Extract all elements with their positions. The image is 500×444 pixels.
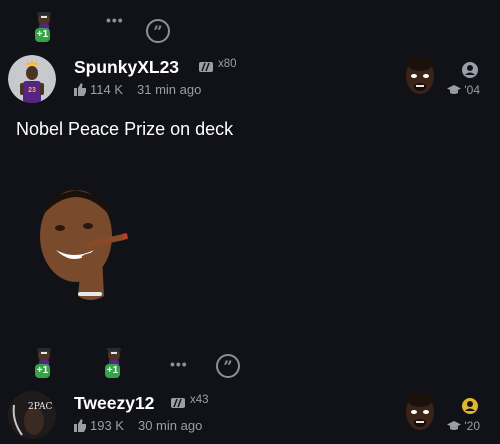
svg-text:23: 23 bbox=[28, 87, 36, 94]
quote-button[interactable]: ” bbox=[146, 19, 170, 43]
quote-button[interactable]: ” bbox=[216, 354, 240, 378]
reaction-face-icon[interactable] bbox=[402, 54, 438, 100]
post-header: 23 SpunkyXL23 x80 114 K 31 min ago '04 bbox=[0, 50, 500, 108]
reaction-bar: +1 ••• ” bbox=[0, 6, 500, 56]
tupac-avatar-icon: 2PAC bbox=[8, 391, 56, 439]
reaction-face-icon[interactable] bbox=[402, 390, 438, 436]
grad-year-text: '20 bbox=[464, 419, 480, 433]
user-status-icon bbox=[462, 398, 478, 414]
like-count: 114 K bbox=[90, 82, 124, 97]
avatar[interactable]: 23 bbox=[8, 55, 56, 103]
reaction-count: +1 bbox=[105, 364, 120, 378]
thumbs-up-icon[interactable] bbox=[74, 83, 87, 96]
reaction-count: +1 bbox=[35, 364, 50, 378]
thumbs-up-icon[interactable] bbox=[74, 419, 87, 432]
grad-year: '20 bbox=[447, 419, 480, 433]
reaction-count: +1 bbox=[35, 28, 50, 42]
more-reactions-button[interactable]: ••• bbox=[106, 12, 124, 28]
graduation-cap-icon bbox=[447, 421, 462, 430]
reaction-lebron[interactable]: +1 bbox=[29, 6, 59, 46]
post-time: 30 min ago bbox=[137, 418, 203, 433]
post-meta: 193 K 30 min ago bbox=[74, 418, 202, 433]
avatar[interactable]: 2PAC bbox=[8, 391, 56, 439]
thread-view: +1 ••• ” 23 SpunkyXL23 x80 114 K 31 min … bbox=[0, 0, 500, 444]
reaction-bar: +1 +1 ••• ” bbox=[0, 342, 500, 392]
post-text: Nobel Peace Prize on deck bbox=[16, 119, 234, 139]
reaction-lebron[interactable]: +1 bbox=[99, 342, 129, 382]
username[interactable]: SpunkyXL23 bbox=[74, 57, 179, 78]
avatar-text: 2PAC bbox=[28, 402, 52, 412]
grad-year-text: '04 bbox=[464, 83, 480, 97]
username[interactable]: Tweezy12 bbox=[74, 393, 154, 414]
reaction-lebron[interactable]: +1 bbox=[29, 342, 59, 382]
flair-icon bbox=[199, 62, 213, 72]
grad-year: '04 bbox=[447, 83, 480, 97]
graduation-cap-icon bbox=[447, 85, 462, 94]
flair-multiplier: x43 bbox=[190, 394, 209, 406]
user-status-icon bbox=[462, 62, 478, 78]
like-count: 193 K bbox=[90, 418, 124, 433]
post-time: 31 min ago bbox=[137, 82, 202, 97]
post-header: 2PAC Tweezy12 x43 193 K 30 min ago '20 bbox=[0, 386, 500, 444]
post-meta: 114 K 31 min ago bbox=[74, 82, 201, 97]
flair-multiplier: x80 bbox=[218, 58, 237, 70]
flair-icon bbox=[171, 398, 185, 408]
more-reactions-button[interactable]: ••• bbox=[170, 356, 188, 372]
lebron-avatar-icon: 23 bbox=[8, 55, 56, 103]
obama-cigar-sticker[interactable] bbox=[30, 178, 130, 310]
